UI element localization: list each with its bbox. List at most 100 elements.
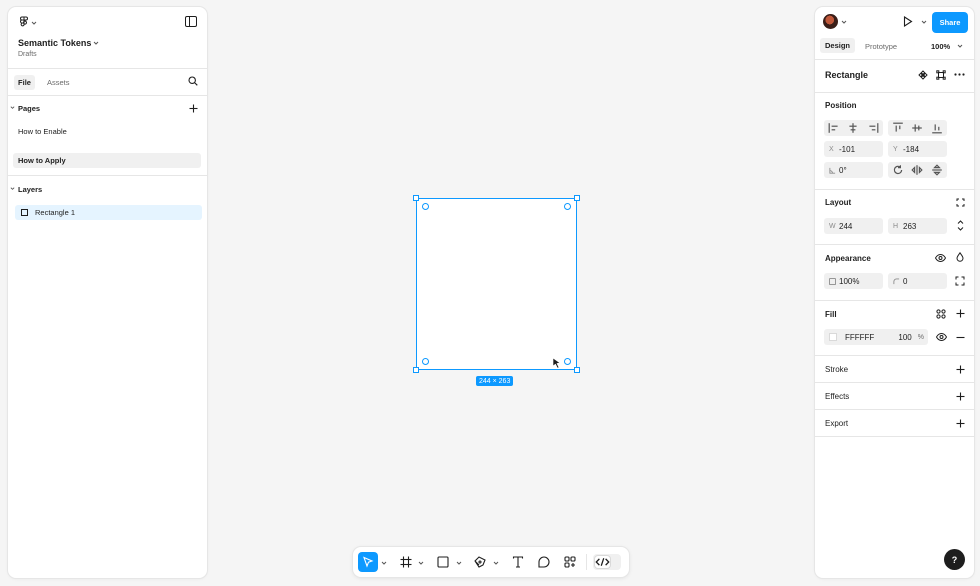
component-icon[interactable] bbox=[918, 70, 928, 80]
pen-tool-icon[interactable] bbox=[471, 553, 489, 571]
fill-opacity: 100 bbox=[898, 332, 912, 342]
x-field[interactable]: X -101 bbox=[824, 141, 883, 157]
vertical-align-group bbox=[888, 120, 947, 136]
corner-radius-field[interactable]: 0 bbox=[888, 273, 947, 289]
page-item-selected[interactable]: How to Apply bbox=[13, 153, 201, 168]
align-right-icon[interactable] bbox=[867, 122, 879, 134]
position-title: Position bbox=[825, 101, 857, 110]
align-top-icon[interactable] bbox=[892, 122, 904, 134]
share-button[interactable]: Share bbox=[932, 12, 968, 33]
right-sidebar: Share Design Prototype 100% Rectangle Po… bbox=[815, 7, 974, 578]
resize-handle[interactable] bbox=[413, 195, 419, 201]
divider bbox=[815, 244, 974, 245]
flip-vertical-icon[interactable] bbox=[931, 164, 943, 176]
mask-icon[interactable] bbox=[936, 70, 946, 80]
actions-icon[interactable] bbox=[561, 553, 579, 571]
height-label: H bbox=[893, 222, 899, 230]
chevron-down-icon[interactable] bbox=[493, 559, 499, 565]
y-label: Y bbox=[893, 145, 898, 153]
chevron-down-icon[interactable] bbox=[957, 43, 963, 49]
chevron-down-icon[interactable] bbox=[456, 559, 462, 565]
height-field[interactable]: H 263 bbox=[888, 218, 947, 234]
fill-swatch[interactable] bbox=[829, 333, 837, 341]
align-middle-icon[interactable] bbox=[911, 122, 923, 134]
selected-rectangle[interactable] bbox=[413, 195, 580, 373]
divider bbox=[815, 59, 974, 60]
dev-mode-icon bbox=[595, 556, 610, 568]
resize-handle[interactable] bbox=[574, 367, 580, 373]
layer-item-label: Rectangle 1 bbox=[35, 208, 76, 217]
fill-title: Fill bbox=[825, 310, 837, 319]
chevron-down-icon[interactable] bbox=[381, 559, 387, 565]
sidebar-toggle-icon[interactable] bbox=[185, 16, 197, 27]
resize-handle[interactable] bbox=[574, 195, 580, 201]
eye-icon[interactable] bbox=[935, 254, 946, 262]
text-tool-icon[interactable] bbox=[509, 553, 527, 571]
autolayout-icon[interactable] bbox=[956, 198, 965, 207]
rectangle-tool-icon[interactable] bbox=[434, 553, 452, 571]
comment-tool-icon[interactable] bbox=[535, 553, 553, 571]
align-bottom-icon[interactable] bbox=[931, 122, 943, 134]
align-left-icon[interactable] bbox=[828, 122, 840, 134]
zoom-level[interactable]: 100% bbox=[931, 42, 950, 51]
blend-mode-icon[interactable] bbox=[956, 252, 964, 262]
more-icon[interactable] bbox=[954, 72, 965, 77]
chevron-down-icon[interactable] bbox=[418, 559, 424, 565]
dev-mode-toggle[interactable] bbox=[593, 554, 621, 570]
corner-radius-handle[interactable] bbox=[422, 203, 429, 210]
plus-icon[interactable] bbox=[956, 392, 965, 401]
tab-design[interactable]: Design bbox=[820, 38, 855, 53]
rotate-icon[interactable] bbox=[892, 164, 904, 176]
style-library-icon[interactable] bbox=[936, 309, 946, 319]
tab-prototype[interactable]: Prototype bbox=[865, 42, 897, 51]
fill-color-field[interactable]: FFFFFF 100 % bbox=[824, 329, 928, 345]
page-item[interactable]: How to Enable bbox=[13, 124, 201, 139]
opacity-field[interactable]: 100% bbox=[824, 273, 883, 289]
tab-assets[interactable]: Assets bbox=[47, 78, 70, 87]
appearance-title: Appearance bbox=[825, 254, 871, 263]
chevron-down-icon[interactable] bbox=[921, 19, 927, 25]
tab-file[interactable]: File bbox=[14, 75, 35, 90]
selection-title: Rectangle bbox=[825, 70, 869, 80]
help-button[interactable]: ? bbox=[944, 549, 965, 570]
tab-design-label: Design bbox=[824, 41, 850, 50]
layer-item-selected[interactable]: Rectangle 1 bbox=[15, 205, 202, 220]
y-value: -184 bbox=[903, 144, 920, 154]
align-center-icon[interactable] bbox=[847, 122, 859, 134]
eye-icon[interactable] bbox=[936, 333, 947, 341]
frame-tool-icon[interactable] bbox=[397, 553, 415, 571]
divider bbox=[815, 92, 974, 93]
plus-icon[interactable] bbox=[189, 104, 198, 113]
chevron-down-icon[interactable] bbox=[31, 20, 37, 26]
chevron-down-icon[interactable] bbox=[841, 19, 847, 25]
plus-icon[interactable] bbox=[956, 309, 965, 318]
share-button-label: Share bbox=[939, 18, 961, 27]
corner-radius-handle[interactable] bbox=[422, 358, 429, 365]
chevron-down-icon[interactable] bbox=[93, 40, 99, 46]
chevron-down-icon[interactable] bbox=[10, 186, 15, 191]
rotation-value: 0° bbox=[839, 165, 847, 175]
corner-radius-handle[interactable] bbox=[564, 358, 571, 365]
independent-corners-icon[interactable] bbox=[955, 276, 965, 286]
minus-icon[interactable] bbox=[956, 333, 965, 342]
transform-group bbox=[888, 162, 947, 178]
divider bbox=[815, 355, 974, 356]
y-field[interactable]: Y -184 bbox=[888, 141, 947, 157]
flip-horizontal-icon[interactable] bbox=[911, 164, 924, 176]
resize-handle[interactable] bbox=[413, 367, 419, 373]
play-icon[interactable] bbox=[903, 16, 913, 27]
width-field[interactable]: W 244 bbox=[824, 218, 883, 234]
rotation-field[interactable]: 0° bbox=[824, 162, 883, 178]
avatar[interactable] bbox=[823, 14, 838, 29]
corner-radius-handle[interactable] bbox=[564, 203, 571, 210]
file-name[interactable]: Semantic Tokens bbox=[18, 38, 91, 48]
rectangle-layer-icon bbox=[21, 209, 28, 216]
tab-file-label: File bbox=[18, 78, 31, 87]
figma-menu-icon[interactable] bbox=[18, 16, 30, 28]
search-icon[interactable] bbox=[188, 76, 198, 86]
resize-to-fit-icon[interactable] bbox=[957, 220, 964, 231]
chevron-down-icon[interactable] bbox=[10, 105, 15, 110]
plus-icon[interactable] bbox=[956, 365, 965, 374]
plus-icon[interactable] bbox=[956, 419, 965, 428]
move-tool-icon[interactable] bbox=[358, 552, 378, 572]
